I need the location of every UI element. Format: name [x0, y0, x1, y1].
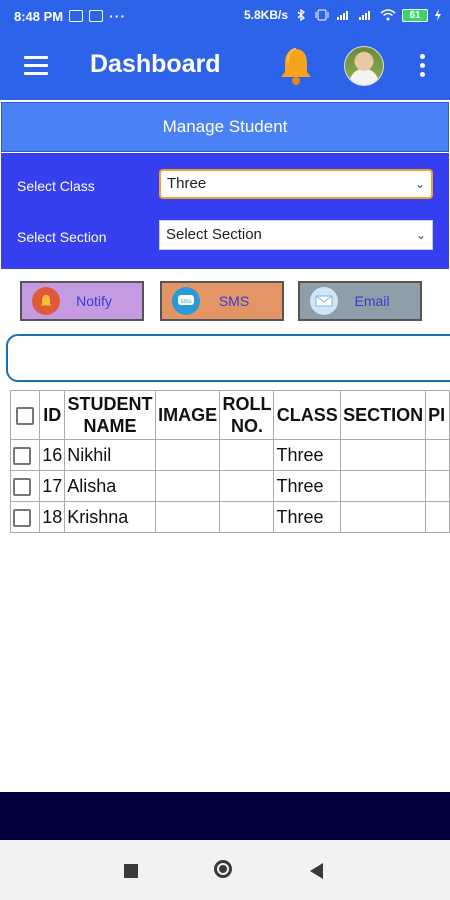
section-cell	[340, 470, 427, 502]
section-cell	[340, 501, 427, 533]
id-cell: 18	[39, 501, 66, 533]
page-title: Dashboard	[90, 50, 221, 78]
row-checkbox-cell[interactable]	[9, 470, 41, 502]
network-speed: 5.8KB/s	[243, 8, 288, 22]
name-cell: Nikhil	[64, 439, 156, 471]
more-notifications-icon: ···	[109, 8, 127, 24]
id-cell: 16	[39, 439, 66, 471]
notification-bell-icon[interactable]	[276, 46, 316, 86]
more-cell	[425, 470, 450, 502]
image-cell	[154, 439, 221, 471]
chevron-down-icon: ⌄	[414, 177, 425, 191]
id-cell: 17	[39, 470, 66, 502]
class-cell: Three	[273, 470, 342, 502]
section-select-value: Select Section	[166, 226, 262, 243]
class-header: CLASS	[273, 390, 342, 440]
sms-button[interactable]: sms SMS	[160, 281, 284, 321]
manage-student-header: Manage Student	[1, 102, 449, 152]
status-bar: 8:48 PM ··· 5.8KB/s 61	[0, 0, 450, 32]
name-cell: Alisha	[64, 470, 156, 502]
select-all-header[interactable]	[9, 390, 41, 440]
student-table: ID STUDENT NAME IMAGE ROLL NO. CLASS SECTI…	[9, 390, 450, 533]
more-column-header: PI	[425, 390, 450, 440]
status-right: 5.8KB/s 61	[244, 8, 442, 22]
select-class-label: Select Class	[17, 178, 95, 194]
vibrate-icon	[315, 9, 329, 21]
app-notification-icon	[89, 10, 104, 22]
roll-no-header: ROLL NO.	[219, 390, 275, 440]
signal-icon	[337, 11, 348, 20]
email-label: Email	[354, 293, 390, 309]
select-section-label: Select Section	[17, 229, 107, 245]
section-header: SECTION	[340, 390, 427, 440]
roll-cell	[219, 470, 275, 502]
system-nav-bar	[0, 840, 450, 900]
email-button[interactable]: Email	[298, 281, 422, 321]
signal-2-icon	[359, 11, 370, 20]
row-checkbox[interactable]	[13, 477, 31, 496]
name-cell: Krishna	[64, 501, 156, 533]
notify-button[interactable]: Notify	[20, 281, 144, 321]
user-avatar[interactable]	[344, 46, 384, 86]
app-bar: Dashboard	[0, 32, 450, 100]
status-time: 8:48 PM	[14, 8, 64, 24]
image-cell	[154, 501, 221, 533]
bluetooth-icon	[297, 9, 306, 21]
table-header-row: ID STUDENT NAME IMAGE ROLL NO. CLASS SECTI…	[9, 390, 450, 440]
class-select[interactable]: Three ⌄	[159, 169, 433, 199]
more-cell	[425, 439, 450, 471]
section-select[interactable]: Select Section ⌄	[159, 220, 433, 250]
row-checkbox-cell[interactable]	[9, 439, 41, 471]
filter-panel: Select Class Three ⌄ Select Section Sele…	[1, 153, 449, 269]
class-cell: Three	[273, 439, 342, 471]
class-cell: Three	[273, 501, 342, 533]
roll-cell	[219, 501, 275, 533]
id-header: ID	[39, 390, 66, 440]
svg-text:sms: sms	[181, 299, 192, 305]
image-header: IMAGE	[154, 390, 221, 440]
battery-icon: 61	[402, 8, 428, 22]
sms-label: SMS	[218, 293, 250, 309]
row-checkbox-cell[interactable]	[9, 501, 41, 533]
image-cell	[154, 470, 221, 502]
row-checkbox[interactable]	[13, 446, 31, 465]
sms-icon: sms	[172, 287, 200, 315]
class-select-value: Three	[167, 175, 207, 192]
bell-icon	[32, 287, 60, 315]
student-name-header: STUDENT NAME	[64, 390, 156, 440]
status-left: 8:48 PM ···	[14, 8, 126, 24]
gallery-notification-icon	[69, 10, 84, 22]
wifi-icon	[380, 9, 396, 21]
chevron-down-icon: ⌄	[415, 228, 426, 242]
bottom-banner	[0, 792, 450, 840]
recent-apps-icon[interactable]	[124, 864, 138, 878]
more-cell	[425, 501, 450, 533]
overflow-menu-icon[interactable]	[418, 54, 426, 80]
select-all-checkbox[interactable]	[16, 407, 35, 426]
table-row[interactable]: 16 Nikhil Three	[9, 439, 450, 471]
home-icon[interactable]	[214, 860, 232, 878]
row-checkbox[interactable]	[13, 508, 31, 527]
section-cell	[340, 439, 427, 471]
roll-cell	[219, 439, 275, 471]
table-row[interactable]: 18 Krishna Three	[9, 501, 450, 533]
search-input[interactable]	[6, 334, 450, 382]
table-row[interactable]: 17 Alisha Three	[9, 470, 450, 502]
charging-icon	[435, 9, 441, 21]
hamburger-menu-icon[interactable]	[24, 56, 48, 76]
back-icon[interactable]	[310, 863, 323, 879]
email-icon	[310, 287, 338, 315]
notify-label: Notify	[76, 293, 112, 309]
